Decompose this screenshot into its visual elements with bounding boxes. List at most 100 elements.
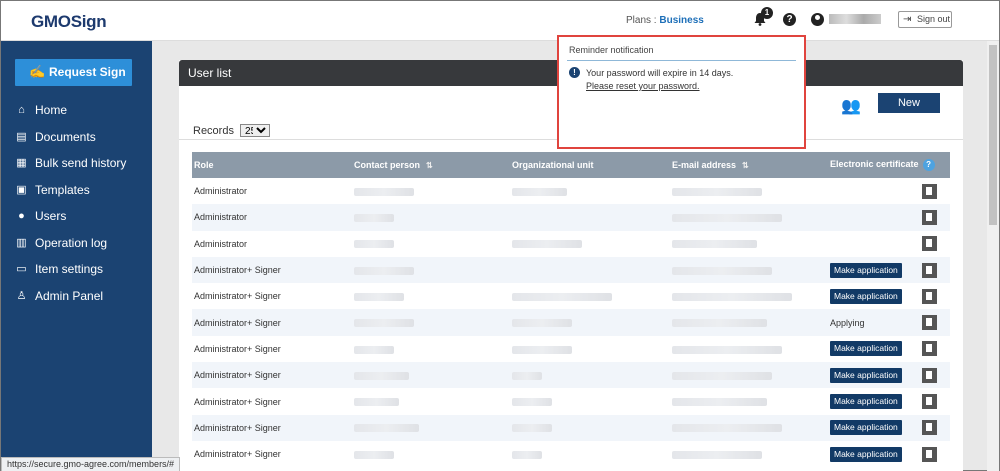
table-row: Administrator (192, 231, 950, 257)
sidebar-item-home[interactable]: ⌂ Home (1, 97, 152, 124)
popup-divider (567, 60, 796, 61)
reset-password-link[interactable]: Please reset your password. (586, 81, 700, 91)
electronic-certificate-cell: Applying (828, 309, 920, 336)
table-row: Administrator+ Signer Make application (192, 283, 950, 309)
table-row: Administrator (192, 178, 950, 204)
request-sign-button[interactable]: ✍ Request Sign (15, 59, 132, 86)
document-action-cell (920, 336, 950, 362)
contact-person-cell (352, 178, 510, 204)
info-icon: ! (569, 67, 580, 78)
column-role: Role (192, 152, 352, 178)
make-application-button[interactable]: Make application (830, 446, 902, 462)
document-icon[interactable] (922, 288, 937, 304)
make-application-button[interactable]: Make application (830, 367, 902, 383)
document-icon[interactable] (922, 394, 937, 410)
reminder-notification-popup: Reminder notification ! Your password wi… (557, 35, 806, 149)
email-address-cell (670, 204, 828, 231)
column-email-address[interactable]: E-mail address ⇅ (670, 152, 828, 178)
new-user-button[interactable]: New (878, 93, 940, 113)
user-avatar-icon[interactable] (811, 13, 824, 26)
scrollbar[interactable] (987, 41, 999, 471)
sidebar-item-item-settings[interactable]: ▭ Item settings (1, 256, 152, 283)
plan-indicator: Plans : Business (626, 15, 704, 26)
column-organizational-unit: Organizational unit (510, 152, 670, 178)
document-icon[interactable] (922, 262, 937, 278)
electronic-certificate-cell: Make application (828, 388, 920, 414)
contact-person-cell (352, 362, 510, 389)
sort-icon[interactable]: ⇅ (742, 161, 749, 170)
help-icon[interactable]: ? (783, 13, 796, 26)
document-action-cell (920, 362, 950, 389)
help-icon[interactable]: ? (922, 159, 935, 171)
logo[interactable]: GMOSign (31, 12, 107, 32)
sidebar-item-users[interactable]: ● Users (1, 203, 152, 230)
email-address-cell (670, 283, 828, 309)
make-application-button[interactable]: Make application (830, 394, 902, 410)
operation-log-icon: ▥ (16, 236, 27, 249)
document-icon[interactable] (922, 420, 937, 436)
popup-title: Reminder notification (569, 45, 654, 55)
username-redacted[interactable] (829, 14, 881, 24)
document-icon[interactable] (922, 315, 937, 331)
organizational-unit-cell (510, 231, 670, 257)
organizational-unit-cell (510, 362, 670, 389)
email-address-cell (670, 178, 828, 204)
contact-person-cell (352, 309, 510, 336)
sort-icon[interactable]: ⇅ (426, 161, 433, 170)
table-header-row: Role Contact person ⇅ Organizational unit… (192, 152, 950, 178)
email-address-cell (670, 362, 828, 389)
sign-out-button[interactable]: Sign out (898, 11, 952, 28)
contact-person-cell (352, 283, 510, 309)
sidebar-item-label: Templates (35, 182, 90, 197)
document-icon[interactable] (922, 341, 937, 357)
table-row: Administrator (192, 204, 950, 231)
document-icon[interactable] (922, 236, 937, 252)
email-address-cell (670, 336, 828, 362)
notification-badge: 1 (761, 7, 773, 19)
status-bar-url: https://secure.gmo-agree.com/members/# (1, 457, 181, 471)
column-contact-person[interactable]: Contact person ⇅ (352, 152, 510, 178)
table-row: Administrator+ Signer Applying (192, 309, 950, 336)
user-group-icon[interactable]: 👥 (841, 96, 861, 116)
user-table: Role Contact person ⇅ Organizational unit… (192, 152, 950, 467)
contact-person-cell (352, 388, 510, 414)
electronic-certificate-cell: Make application (828, 283, 920, 309)
make-application-button[interactable]: Make application (830, 420, 902, 436)
table-row: Administrator+ Signer Make application (192, 441, 950, 467)
contact-person-cell (352, 336, 510, 362)
electronic-certificate-cell (828, 178, 920, 204)
document-icon[interactable] (922, 209, 937, 225)
sidebar-item-label: Admin Panel (35, 288, 104, 303)
role-cell: Administrator+ Signer (192, 362, 352, 389)
scrollbar-thumb[interactable] (989, 45, 997, 225)
document-icon[interactable] (922, 446, 937, 462)
document-action-cell (920, 283, 950, 309)
records-select[interactable]: 25 (240, 124, 271, 137)
contact-person-cell (352, 256, 510, 284)
bulk-send-icon: ▦ (16, 157, 27, 169)
sidebar-item-label: Operation log (35, 235, 108, 250)
sidebar: ✍ Request Sign ⌂ Home ▤ Documents ▦ Bulk se… (1, 41, 152, 471)
sidebar-item-documents[interactable]: ▤ Documents (1, 124, 152, 151)
document-icon[interactable] (922, 183, 937, 199)
role-cell: Administrator (192, 204, 352, 231)
organizational-unit-cell (510, 256, 670, 284)
sidebar-item-templates[interactable]: ▣ Templates (1, 177, 152, 204)
make-application-button[interactable]: Make application (830, 341, 902, 357)
sidebar-item-operation-log[interactable]: ▥ Operation log (1, 230, 152, 257)
request-sign-label: Request Sign (49, 65, 126, 79)
electronic-certificate-cell: Make application (828, 362, 920, 389)
sidebar-item-label: Users (35, 209, 67, 223)
sidebar-item-bulk-send-history[interactable]: ▦ Bulk send history (1, 150, 152, 177)
document-icon[interactable] (922, 367, 937, 383)
email-address-cell (670, 231, 828, 257)
email-address-cell (670, 388, 828, 414)
sidebar-item-admin-panel[interactable]: ♙ Admin Panel (1, 283, 152, 310)
make-application-button[interactable]: Make application (830, 288, 902, 304)
organizational-unit-cell (510, 388, 670, 414)
plan-name[interactable]: Business (659, 15, 703, 26)
documents-icon: ▤ (16, 130, 27, 143)
document-action-cell (920, 441, 950, 467)
make-application-button[interactable]: Make application (830, 262, 902, 278)
handshake-icon: ✍ (29, 64, 46, 79)
